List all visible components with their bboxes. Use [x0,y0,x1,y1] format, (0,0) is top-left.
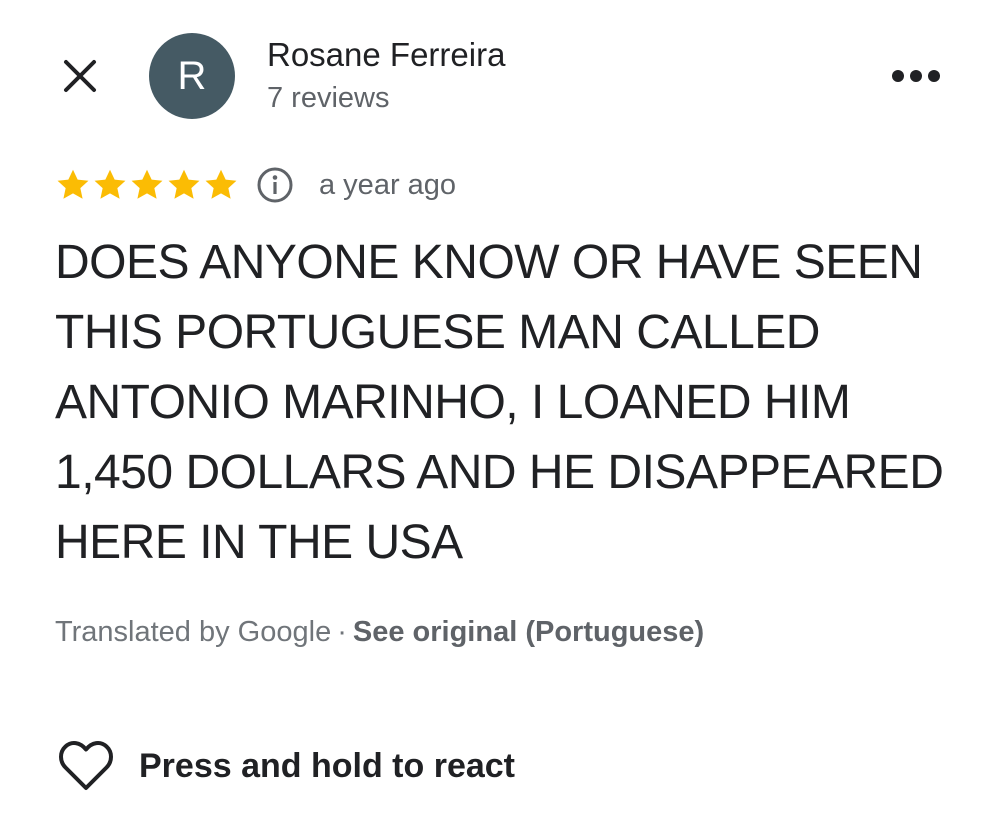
rating-row: a year ago [55,162,456,208]
star-icon [131,169,163,199]
react-label: Press and hold to react [139,746,515,785]
star-icon [168,169,200,199]
info-icon[interactable] [255,165,295,205]
star-rating [55,167,239,203]
star-icon [205,169,237,199]
reviewer-name[interactable]: Rosane Ferreira [267,36,505,74]
star-icon [57,169,89,199]
more-options-icon [892,70,940,82]
separator: · [337,616,347,648]
translation-row: Translated by Google · See original (Portu… [55,616,704,649]
star-icon [94,169,126,199]
review-date: a year ago [319,168,457,201]
avatar[interactable]: R [149,33,235,119]
close-button[interactable] [58,54,102,98]
review-count: 7 reviews [267,82,390,114]
heart-outline-icon [59,741,113,790]
avatar-initial: R [177,54,207,98]
review-text: DOES ANYONE KNOW OR HAVE SEEN THIS PORTU… [55,236,944,569]
close-icon [64,60,96,92]
see-original-link[interactable]: See original (Portuguese) [353,616,704,648]
more-options-button[interactable] [884,56,948,96]
translated-by-label: Translated by Google [55,616,332,648]
react-button[interactable]: Press and hold to react [57,738,515,794]
